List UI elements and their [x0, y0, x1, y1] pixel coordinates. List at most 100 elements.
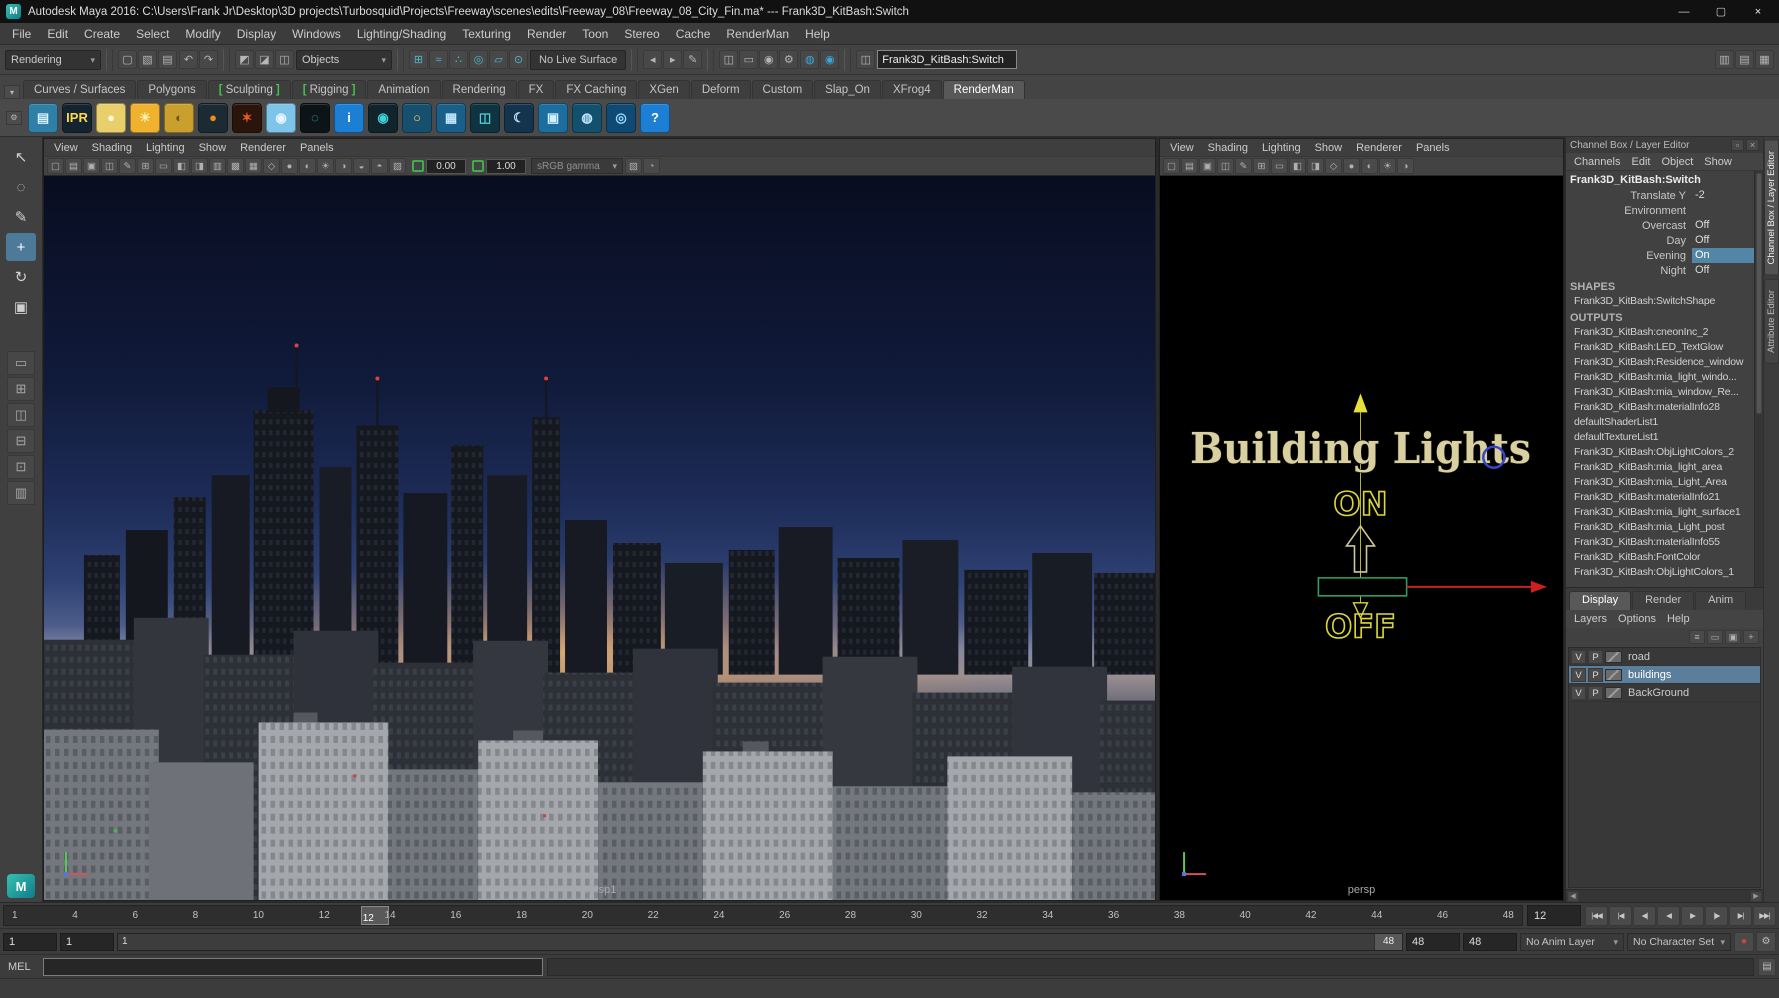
- shadows-icon[interactable]: ◑: [335, 158, 352, 174]
- shelf-gear-button[interactable]: ⚙: [6, 111, 22, 125]
- render-current-frame-icon[interactable]: ▭: [739, 50, 758, 69]
- rman-daylight-icon[interactable]: ◐: [164, 103, 194, 133]
- rman-area-light-icon[interactable]: ●: [198, 103, 228, 133]
- animation-end-field[interactable]: [1463, 933, 1517, 951]
- rman-slapcomp-icon[interactable]: ◫: [470, 103, 500, 133]
- gamma-dropdown[interactable]: sRGB gamma: [531, 158, 623, 174]
- anim-layer-dropdown[interactable]: No Anim Layer: [1520, 933, 1624, 951]
- play-forwards-button[interactable]: ▶: [1681, 906, 1704, 926]
- current-frame-field[interactable]: [1527, 905, 1581, 926]
- menu-item[interactable]: Help: [797, 25, 838, 43]
- shelf-tab[interactable]: Animation: [367, 80, 440, 99]
- snap-to-projected-center-icon[interactable]: ◎: [469, 50, 488, 69]
- pane-layout-icon[interactable]: ◫: [856, 50, 875, 69]
- grease-pencil-icon[interactable]: ✎: [1235, 158, 1252, 174]
- layer-color-swatch[interactable]: [1605, 651, 1622, 663]
- viewport-menu-item[interactable]: Panels: [1409, 142, 1457, 154]
- layer-playback-toggle[interactable]: P: [1588, 686, 1603, 700]
- output-node-item[interactable]: Frank3D_KitBash:mia_Light_Area: [1566, 475, 1754, 490]
- camera-attributes-icon[interactable]: ▢: [1163, 158, 1180, 174]
- ambient-occlusion-icon[interactable]: ◒: [353, 158, 370, 174]
- viewport-menu-item[interactable]: Renderer: [1349, 142, 1409, 154]
- menu-item[interactable]: Texturing: [454, 25, 519, 43]
- rman-archive-icon[interactable]: ◎: [606, 103, 636, 133]
- step-forward-key-button[interactable]: ▶|: [1729, 906, 1752, 926]
- layout-two-side-button[interactable]: ◫: [7, 403, 35, 427]
- output-node-item[interactable]: Frank3D_KitBash:LED_TextGlow: [1566, 340, 1754, 355]
- attribute-value-field[interactable]: Off: [1692, 233, 1754, 248]
- rman-burst-icon[interactable]: ✶: [232, 103, 262, 133]
- panel-side-tab[interactable]: Attribute Editor: [1764, 279, 1779, 364]
- attribute-value-field[interactable]: On: [1692, 248, 1754, 263]
- menu-item[interactable]: Stereo: [616, 25, 667, 43]
- shadows-icon[interactable]: ◑: [1397, 158, 1414, 174]
- viewport-menu-item[interactable]: View: [1163, 142, 1201, 154]
- step-back-key-button[interactable]: |◀: [1609, 906, 1632, 926]
- redo-icon[interactable]: ↷: [199, 50, 218, 69]
- viewport-menu-item[interactable]: Show: [1308, 142, 1350, 154]
- script-editor-button[interactable]: ▤: [1758, 958, 1776, 976]
- layer-visibility-toggle[interactable]: V: [1571, 650, 1586, 664]
- motion-blur-icon[interactable]: ◓: [371, 158, 388, 174]
- shelf-tab[interactable]: XFrog4: [882, 80, 942, 99]
- channel-box-menu-item[interactable]: Edit: [1626, 156, 1655, 168]
- anti-aliasing-icon[interactable]: ▨: [389, 158, 406, 174]
- scale-tool[interactable]: ▣: [6, 293, 36, 321]
- viewport-menu-item[interactable]: Shading: [1201, 142, 1255, 154]
- layer-playback-toggle[interactable]: P: [1588, 668, 1603, 682]
- image-plane-icon[interactable]: ▣: [1199, 158, 1216, 174]
- shelf-tab[interactable]: Curves / Surfaces: [23, 80, 136, 99]
- rman-dashed-ring-icon[interactable]: ◌: [300, 103, 330, 133]
- make-live-icon[interactable]: ⊙: [509, 50, 528, 69]
- output-node-item[interactable]: Frank3D_KitBash:mia_light_windo...: [1566, 370, 1754, 385]
- step-back-frame-button[interactable]: ◀|: [1633, 906, 1656, 926]
- select-by-object-icon[interactable]: ◪: [255, 50, 274, 69]
- snap-to-curve-icon[interactable]: ≈: [429, 50, 448, 69]
- viewport-menu-item[interactable]: Lighting: [1255, 142, 1308, 154]
- shape-node-name[interactable]: Frank3D_KitBash:SwitchShape: [1566, 294, 1754, 309]
- range-slider[interactable]: 1 48: [117, 933, 1403, 951]
- use-all-lights-icon[interactable]: ☀: [317, 158, 334, 174]
- viewport-menu-item[interactable]: Renderer: [233, 142, 293, 154]
- output-node-item[interactable]: Frank3D_KitBash:Residence_window: [1566, 355, 1754, 370]
- float-panel-icon[interactable]: ▫: [1731, 139, 1744, 151]
- exposure-icon[interactable]: [412, 160, 424, 172]
- layer-from-selected-icon[interactable]: ▣: [1725, 630, 1741, 644]
- command-line-results[interactable]: [547, 958, 1754, 976]
- layout-three-split-button[interactable]: ⊡: [7, 455, 35, 479]
- layer-sort-icon[interactable]: ≡: [1689, 630, 1705, 644]
- viewport-menu-item[interactable]: View: [47, 142, 85, 154]
- attribute-value-field[interactable]: -2: [1692, 188, 1754, 203]
- construction-history-icon[interactable]: ✎: [683, 50, 702, 69]
- menu-item[interactable]: Cache: [668, 25, 719, 43]
- render-settings-icon[interactable]: ⚙: [779, 50, 798, 69]
- menu-item[interactable]: Toon: [574, 25, 616, 43]
- attribute-value-field[interactable]: Off: [1692, 218, 1754, 233]
- select-by-hierarchy-icon[interactable]: ◩: [235, 50, 254, 69]
- output-node-item[interactable]: Frank3D_KitBash:materialInfo28: [1566, 400, 1754, 415]
- film-gate-icon[interactable]: ▭: [155, 158, 172, 174]
- contrast-icon[interactable]: [472, 160, 484, 172]
- play-backwards-button[interactable]: ◀: [1657, 906, 1680, 926]
- rman-preview-eye-icon[interactable]: ◉: [368, 103, 398, 133]
- go-to-start-button[interactable]: |◀◀: [1585, 906, 1608, 926]
- shelf-tab[interactable]: Custom: [752, 80, 814, 99]
- command-line-input[interactable]: [43, 958, 543, 976]
- close-button[interactable]: ×: [1743, 3, 1773, 20]
- selection-mask-dropdown[interactable]: Objects: [296, 50, 392, 70]
- rman-info-icon[interactable]: i: [334, 103, 364, 133]
- rman-texture-icon[interactable]: ◍: [572, 103, 602, 133]
- move-tool[interactable]: +: [6, 233, 36, 261]
- close-panel-icon[interactable]: ×: [1746, 139, 1759, 151]
- undo-icon[interactable]: ↶: [179, 50, 198, 69]
- safe-title-icon[interactable]: ▦: [245, 158, 262, 174]
- output-node-item[interactable]: Frank3D_KitBash:mia_light_surface1: [1566, 505, 1754, 520]
- menu-item[interactable]: File: [4, 25, 39, 43]
- rman-env-sphere-icon[interactable]: ●: [96, 103, 126, 133]
- character-set-dropdown[interactable]: No Character Set: [1627, 933, 1731, 951]
- grid-icon[interactable]: ⊞: [1253, 158, 1270, 174]
- output-node-item[interactable]: Frank3D_KitBash:mia_light_area: [1566, 460, 1754, 475]
- layer-editor-hscrollbar[interactable]: [1566, 889, 1763, 902]
- textured-icon[interactable]: ◐: [1361, 158, 1378, 174]
- select-tool[interactable]: ↖: [6, 143, 36, 171]
